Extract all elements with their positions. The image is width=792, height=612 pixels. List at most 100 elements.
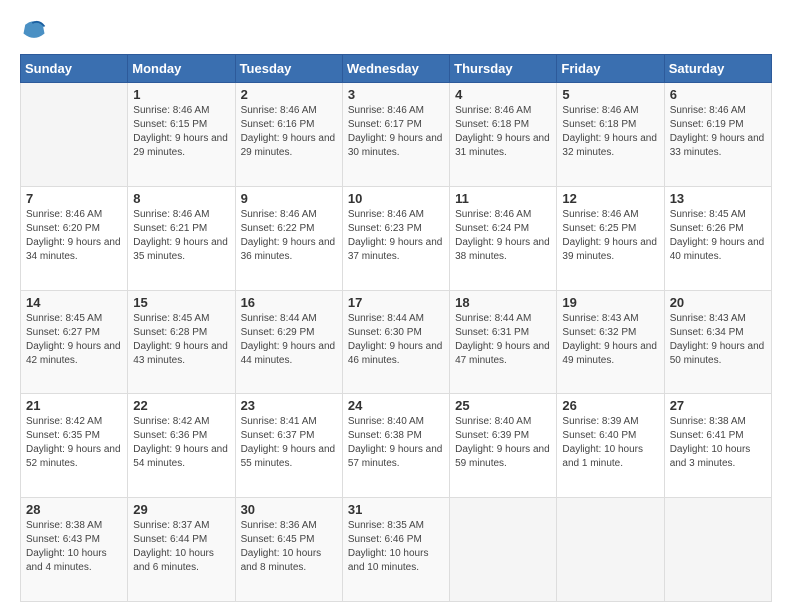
- calendar-day-cell: 31 Sunrise: 8:35 AMSunset: 6:46 PMDayligh…: [342, 498, 449, 602]
- day-content: Sunrise: 8:39 AMSunset: 6:40 PMDaylight:…: [562, 415, 658, 471]
- day-content: Sunrise: 8:43 AMSunset: 6:34 PMDaylight:…: [670, 312, 766, 368]
- calendar-day-cell: 22Sunrise: 8:42 AMSunset: 6:36 PMDayligh…: [128, 394, 235, 498]
- header: [20, 16, 772, 44]
- calendar-day-cell: 5 Sunrise: 8:46 AMSunset: 6:18 PMDaylight…: [557, 83, 664, 187]
- calendar-day-cell: 23 Sunrise: 8:41 AMSunset: 6:37 PMDayligh…: [235, 394, 342, 498]
- day-content: Sunrise: 8:46 AMSunset: 6:23 PMDaylight:…: [348, 208, 444, 264]
- calendar-day-cell: 17 Sunrise: 8:44 AMSunset: 6:30 PMDayligh…: [342, 290, 449, 394]
- calendar-header-row: SundayMondayTuesdayWednesdayThursdayFrid…: [21, 55, 772, 83]
- day-number: 31: [348, 502, 444, 517]
- calendar-day-cell: 9 Sunrise: 8:46 AMSunset: 6:22 PMDaylight…: [235, 186, 342, 290]
- day-number: 27: [670, 398, 766, 413]
- day-number: 25: [455, 398, 551, 413]
- calendar-day-cell: 13 Sunrise: 8:45 AMSunset: 6:26 PMDayligh…: [664, 186, 771, 290]
- calendar-week-row: 28 Sunrise: 8:38 AMSunset: 6:43 PMDayligh…: [21, 498, 772, 602]
- weekday-header: Thursday: [450, 55, 557, 83]
- page: SundayMondayTuesdayWednesdayThursdayFrid…: [0, 0, 792, 612]
- day-number: 1: [133, 87, 229, 102]
- day-content: Sunrise: 8:44 AMSunset: 6:30 PMDaylight:…: [348, 312, 444, 368]
- calendar-day-cell: 19 Sunrise: 8:43 AMSunset: 6:32 PMDayligh…: [557, 290, 664, 394]
- weekday-header: Saturday: [664, 55, 771, 83]
- day-number: 14: [26, 295, 122, 310]
- day-content: Sunrise: 8:45 AMSunset: 6:27 PMDaylight:…: [26, 312, 122, 368]
- logo-icon: [20, 16, 48, 44]
- day-number: 9: [241, 191, 337, 206]
- calendar-day-cell: 14 Sunrise: 8:45 AMSunset: 6:27 PMDayligh…: [21, 290, 128, 394]
- calendar-day-cell: [557, 498, 664, 602]
- calendar-day-cell: 21 Sunrise: 8:42 AMSunset: 6:35 PMDayligh…: [21, 394, 128, 498]
- day-content: Sunrise: 8:43 AMSunset: 6:32 PMDaylight:…: [562, 312, 658, 368]
- day-number: 15: [133, 295, 229, 310]
- calendar-week-row: 1 Sunrise: 8:46 AMSunset: 6:15 PMDaylight…: [21, 83, 772, 187]
- calendar-day-cell: 8Sunrise: 8:46 AMSunset: 6:21 PMDaylight…: [128, 186, 235, 290]
- calendar-day-cell: 29 Sunrise: 8:37 AMSunset: 6:44 PMDayligh…: [128, 498, 235, 602]
- day-number: 2: [241, 87, 337, 102]
- calendar-day-cell: 27 Sunrise: 8:38 AMSunset: 6:41 PMDayligh…: [664, 394, 771, 498]
- calendar-day-cell: 30 Sunrise: 8:36 AMSunset: 6:45 PMDayligh…: [235, 498, 342, 602]
- day-number: 19: [562, 295, 658, 310]
- calendar-week-row: 21 Sunrise: 8:42 AMSunset: 6:35 PMDayligh…: [21, 394, 772, 498]
- calendar-day-cell: [21, 83, 128, 187]
- day-content: Sunrise: 8:46 AMSunset: 6:20 PMDaylight:…: [26, 208, 122, 264]
- day-content: Sunrise: 8:42 AMSunset: 6:36 PMDaylight:…: [133, 415, 229, 471]
- calendar-day-cell: 20 Sunrise: 8:43 AMSunset: 6:34 PMDayligh…: [664, 290, 771, 394]
- day-number: 23: [241, 398, 337, 413]
- day-number: 6: [670, 87, 766, 102]
- logo: [20, 16, 52, 44]
- calendar-day-cell: 10Sunrise: 8:46 AMSunset: 6:23 PMDayligh…: [342, 186, 449, 290]
- weekday-header: Monday: [128, 55, 235, 83]
- calendar-week-row: 14 Sunrise: 8:45 AMSunset: 6:27 PMDayligh…: [21, 290, 772, 394]
- day-content: Sunrise: 8:40 AMSunset: 6:38 PMDaylight:…: [348, 415, 444, 471]
- calendar-day-cell: 28 Sunrise: 8:38 AMSunset: 6:43 PMDayligh…: [21, 498, 128, 602]
- day-number: 29: [133, 502, 229, 517]
- calendar-day-cell: 11Sunrise: 8:46 AMSunset: 6:24 PMDayligh…: [450, 186, 557, 290]
- calendar-day-cell: 18Sunrise: 8:44 AMSunset: 6:31 PMDayligh…: [450, 290, 557, 394]
- calendar-day-cell: 12Sunrise: 8:46 AMSunset: 6:25 PMDayligh…: [557, 186, 664, 290]
- day-number: 18: [455, 295, 551, 310]
- day-content: Sunrise: 8:46 AMSunset: 6:16 PMDaylight:…: [241, 104, 337, 160]
- day-content: Sunrise: 8:35 AMSunset: 6:46 PMDaylight:…: [348, 519, 444, 575]
- day-content: Sunrise: 8:44 AMSunset: 6:29 PMDaylight:…: [241, 312, 337, 368]
- calendar-day-cell: 6Sunrise: 8:46 AMSunset: 6:19 PMDaylight…: [664, 83, 771, 187]
- calendar-table: SundayMondayTuesdayWednesdayThursdayFrid…: [20, 54, 772, 602]
- calendar-day-cell: 2 Sunrise: 8:46 AMSunset: 6:16 PMDaylight…: [235, 83, 342, 187]
- day-number: 28: [26, 502, 122, 517]
- weekday-header: Tuesday: [235, 55, 342, 83]
- day-number: 5: [562, 87, 658, 102]
- calendar-day-cell: [450, 498, 557, 602]
- day-content: Sunrise: 8:46 AMSunset: 6:25 PMDaylight:…: [562, 208, 658, 264]
- weekday-header: Friday: [557, 55, 664, 83]
- day-number: 7: [26, 191, 122, 206]
- day-content: Sunrise: 8:46 AMSunset: 6:17 PMDaylight:…: [348, 104, 444, 160]
- day-number: 26: [562, 398, 658, 413]
- day-content: Sunrise: 8:40 AMSunset: 6:39 PMDaylight:…: [455, 415, 551, 471]
- weekday-header: Wednesday: [342, 55, 449, 83]
- day-content: Sunrise: 8:38 AMSunset: 6:41 PMDaylight:…: [670, 415, 766, 471]
- calendar-week-row: 7 Sunrise: 8:46 AMSunset: 6:20 PMDaylight…: [21, 186, 772, 290]
- day-number: 17: [348, 295, 444, 310]
- calendar-day-cell: 25 Sunrise: 8:40 AMSunset: 6:39 PMDayligh…: [450, 394, 557, 498]
- day-content: Sunrise: 8:46 AMSunset: 6:21 PMDaylight:…: [133, 208, 229, 264]
- day-content: Sunrise: 8:46 AMSunset: 6:18 PMDaylight:…: [562, 104, 658, 160]
- calendar-day-cell: 24 Sunrise: 8:40 AMSunset: 6:38 PMDayligh…: [342, 394, 449, 498]
- day-content: Sunrise: 8:38 AMSunset: 6:43 PMDaylight:…: [26, 519, 122, 575]
- day-content: Sunrise: 8:42 AMSunset: 6:35 PMDaylight:…: [26, 415, 122, 471]
- day-content: Sunrise: 8:45 AMSunset: 6:28 PMDaylight:…: [133, 312, 229, 368]
- calendar-day-cell: 4Sunrise: 8:46 AMSunset: 6:18 PMDaylight…: [450, 83, 557, 187]
- day-content: Sunrise: 8:45 AMSunset: 6:26 PMDaylight:…: [670, 208, 766, 264]
- day-number: 24: [348, 398, 444, 413]
- day-number: 20: [670, 295, 766, 310]
- calendar-day-cell: [664, 498, 771, 602]
- day-content: Sunrise: 8:36 AMSunset: 6:45 PMDaylight:…: [241, 519, 337, 575]
- calendar-day-cell: 7 Sunrise: 8:46 AMSunset: 6:20 PMDaylight…: [21, 186, 128, 290]
- day-content: Sunrise: 8:41 AMSunset: 6:37 PMDaylight:…: [241, 415, 337, 471]
- day-number: 21: [26, 398, 122, 413]
- day-content: Sunrise: 8:37 AMSunset: 6:44 PMDaylight:…: [133, 519, 229, 575]
- day-content: Sunrise: 8:46 AMSunset: 6:18 PMDaylight:…: [455, 104, 551, 160]
- day-content: Sunrise: 8:46 AMSunset: 6:22 PMDaylight:…: [241, 208, 337, 264]
- day-number: 13: [670, 191, 766, 206]
- day-content: Sunrise: 8:46 AMSunset: 6:15 PMDaylight:…: [133, 104, 229, 160]
- weekday-header: Sunday: [21, 55, 128, 83]
- day-content: Sunrise: 8:46 AMSunset: 6:24 PMDaylight:…: [455, 208, 551, 264]
- day-number: 30: [241, 502, 337, 517]
